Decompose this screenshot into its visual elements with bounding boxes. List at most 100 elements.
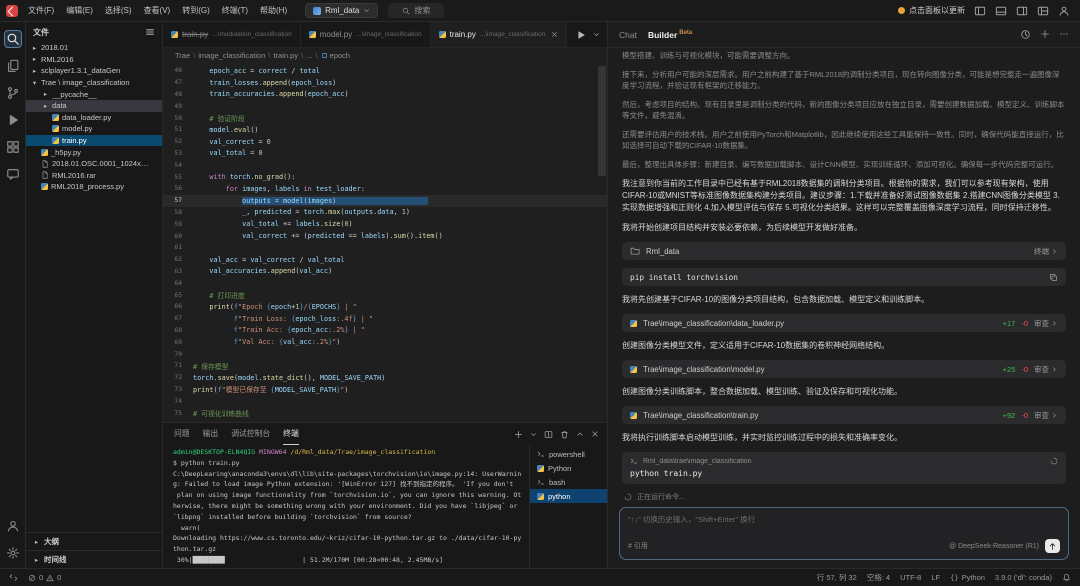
reference-button[interactable]: # 引用	[628, 541, 648, 551]
code-line-75[interactable]: 75 # 可视化训练曲线	[163, 407, 607, 419]
code-line-72[interactable]: 72 torch.save(model.state_dict(), MODEL_S…	[163, 372, 607, 384]
terminal-run-card[interactable]: Rml_data\trae\image_classification python…	[622, 452, 1066, 484]
update-button[interactable]: 点击面板以更新	[898, 5, 965, 16]
tree-item-RML2016.rar[interactable]: RML2016.rar	[26, 170, 162, 182]
indentation-setting[interactable]: 空格: 4	[867, 572, 890, 583]
toggle-panel-icon[interactable]	[995, 5, 1007, 17]
panel-tab-问题[interactable]: 问题	[174, 423, 190, 445]
file-change-card[interactable]: Trae\image_classification\model.py +25 -0 审…	[622, 360, 1066, 378]
remote-indicator[interactable]	[9, 573, 18, 582]
chat-activity-icon[interactable]	[4, 165, 22, 183]
layout-icon[interactable]	[1037, 5, 1049, 17]
model-selector[interactable]: @ DeepSeek-Reasoner (R1)	[949, 543, 1039, 550]
chat-input-box[interactable]: "↑↓" 切换历史输入，"Shift+Enter" 换行 # 引用 @ Deep…	[619, 507, 1069, 560]
code-line-66[interactable]: 66 print(f"Epoch {epoch+1}/{EPOCHS} | "	[163, 301, 607, 313]
code-editor[interactable]: 46 epoch_acc = correct / total 47 train_l…	[163, 63, 607, 422]
tree-item-train.py[interactable]: train.py	[26, 134, 162, 147]
settings-activity-icon[interactable]	[4, 544, 22, 562]
tree-item-2018.01[interactable]: ▸ 2018.01	[26, 42, 162, 54]
terminal-output[interactable]: admin@DESKTOP-ELN4QIG MINGW64 /d/Rml_dat…	[163, 445, 529, 568]
toggle-right-sidebar-icon[interactable]	[1016, 5, 1028, 17]
terminal-instance-python[interactable]: python	[530, 489, 607, 503]
kill-terminal-icon[interactable]	[560, 430, 569, 439]
debug-activity-icon[interactable]	[4, 111, 22, 129]
breadcrumb-item-1[interactable]: image_classification	[198, 51, 265, 60]
file-change-card[interactable]: Trae\image_classification\data_loader.py…	[622, 314, 1066, 332]
timeline-section[interactable]: ▸ 时间线	[26, 550, 162, 568]
global-search[interactable]: 搜索	[388, 3, 445, 18]
python-interpreter[interactable]: 3.9.0 ('dl': conda)	[995, 573, 1052, 582]
toggle-left-sidebar-icon[interactable]	[974, 5, 986, 17]
code-line-57[interactable]: 57 outputs = model(images)	[163, 194, 607, 207]
menu-item-5[interactable]: 终端(T)	[216, 0, 254, 22]
breadcrumb-item-0[interactable]: Trae	[175, 51, 190, 60]
editor-scrollbar[interactable]	[598, 66, 606, 176]
search-activity-icon[interactable]	[3, 30, 22, 48]
review-action[interactable]: 审查	[1034, 410, 1058, 421]
history-icon[interactable]	[1020, 29, 1031, 40]
code-line-67[interactable]: 67 f"Train Loss: {epoch_loss:.4f} | "	[163, 313, 607, 325]
workspace-card[interactable]: Rml_data 终端	[622, 242, 1066, 260]
code-line-74[interactable]: 74	[163, 395, 607, 407]
code-line-62[interactable]: 62 val_acc = val_correct / val_total	[163, 254, 607, 266]
problems-indicator[interactable]: 0 0	[28, 573, 61, 582]
code-line-69[interactable]: 69 f"Val Acc: {val_acc:.2%}")	[163, 336, 607, 348]
language-mode[interactable]: {} Python	[950, 573, 985, 582]
menu-item-1[interactable]: 编辑(E)	[60, 0, 99, 22]
code-line-70[interactable]: 70	[163, 348, 607, 360]
code-line-48[interactable]: 48 train_accuracies.append(epoch_acc)	[163, 89, 607, 101]
app-logo-icon[interactable]	[6, 4, 18, 17]
file-change-card[interactable]: Trae\image_classification\train.py +92 -0 审…	[622, 406, 1066, 424]
close-tab-icon[interactable]	[551, 31, 558, 38]
account-activity-icon[interactable]	[4, 517, 22, 535]
review-action[interactable]: 审查	[1034, 364, 1058, 375]
panel-tab-输出[interactable]: 输出	[203, 423, 219, 445]
code-line-68[interactable]: 68 f"Train Acc: {epoch_acc:.2%} | "	[163, 325, 607, 337]
code-line-51[interactable]: 51 model.eval()	[163, 124, 607, 136]
tree-item-model.py[interactable]: model.py	[26, 123, 162, 135]
tree-item-RML2018_process.py[interactable]: RML2018_process.py	[26, 181, 162, 193]
tree-item-__pycache__[interactable]: ▸ __pycache__	[26, 88, 162, 100]
code-line-50[interactable]: 50 # 验证阶段	[163, 112, 607, 124]
explorer-menu-icon[interactable]	[145, 27, 155, 37]
tree-item-RML2016[interactable]: ▸ RML2016	[26, 54, 162, 66]
maximize-panel-icon[interactable]	[576, 430, 584, 438]
review-action[interactable]: 审查	[1034, 318, 1058, 329]
split-terminal-icon[interactable]	[544, 430, 553, 439]
editor-tab-train.py[interactable]: train.py ...\modulation_classification	[163, 22, 301, 47]
terminal-instance-Python[interactable]: Python	[530, 461, 607, 475]
files-activity-icon[interactable]	[4, 57, 22, 75]
tree-item-2018.01.OSC.0001_1024x-[interactable]: 2018.01.OSC.0001_1024x…	[26, 158, 162, 170]
code-line-56[interactable]: 56 for images, labels in test_loader:	[163, 183, 607, 195]
terminal-instance-bash[interactable]: bash	[530, 475, 607, 489]
code-line-58[interactable]: 58 _, predicted = torch.max(outputs.data…	[163, 207, 607, 219]
menu-item-2[interactable]: 选择(S)	[99, 0, 138, 22]
project-selector[interactable]: Rml_data	[305, 3, 379, 18]
extensions-activity-icon[interactable]	[4, 138, 22, 156]
notifications-bell[interactable]	[1062, 573, 1071, 582]
code-line-63[interactable]: 63 val_accuracies.append(val_acc)	[163, 266, 607, 278]
menu-item-0[interactable]: 文件(F)	[22, 0, 60, 22]
new-terminal-icon[interactable]	[514, 430, 523, 439]
code-line-46[interactable]: 46 epoch_acc = correct / total	[163, 65, 607, 77]
code-line-71[interactable]: 71 # 保存模型	[163, 360, 607, 372]
code-line-60[interactable]: 60 val_correct += (predicted == labels).…	[163, 230, 607, 242]
tree-item-Trae-image_classification[interactable]: ▾ Trae \ image_classification	[26, 77, 162, 89]
copy-icon[interactable]	[1049, 273, 1058, 282]
run-python-file-icon[interactable]	[576, 30, 586, 40]
breadcrumb-item-2[interactable]: train.py	[273, 51, 298, 60]
menu-item-6[interactable]: 帮助(H)	[254, 0, 293, 22]
run-dropdown-icon[interactable]	[593, 31, 600, 38]
breadcrumb-item-3[interactable]: ...	[306, 51, 312, 60]
more-options-icon[interactable]	[1059, 29, 1069, 40]
scm-activity-icon[interactable]	[4, 84, 22, 102]
code-line-73[interactable]: 73 print(f"模型已保存至 {MODEL_SAVE_PATH}")	[163, 384, 607, 396]
editor-tab-train.py[interactable]: train.py ...\image_classification	[430, 22, 568, 47]
terminal-profile-icon[interactable]	[530, 431, 537, 438]
editor-tab-model.py[interactable]: model.py ...\image_classification	[300, 22, 431, 47]
menu-item-4[interactable]: 转到(G)	[176, 0, 216, 22]
command-card[interactable]: pip install torchvision	[622, 268, 1066, 286]
tree-item-data_loader.py[interactable]: data_loader.py	[26, 112, 162, 124]
tab-chat[interactable]: Chat	[619, 30, 637, 40]
panel-tab-终端[interactable]: 终端	[283, 423, 299, 445]
